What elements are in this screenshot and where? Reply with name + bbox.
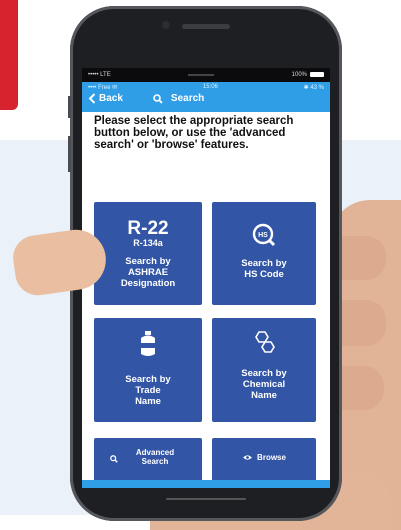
title-label: Search: [170, 93, 205, 104]
nav-bar: •••• Free ✉ 15:06 ✱ 43 % Back Search: [82, 82, 330, 112]
tile-label: Search by ASHRAE Designation: [120, 256, 176, 289]
search-ashrae-button[interactable]: R-22 R-134a Search by ASHRAE Designation: [94, 202, 202, 305]
browse-button[interactable]: Browse: [212, 438, 316, 482]
carrier-text: ••••• LTE: [88, 72, 111, 78]
tile-label: Search by HS Code: [241, 258, 287, 280]
camera: [162, 21, 170, 29]
search-trade-name-button[interactable]: Search by Trade Name: [94, 318, 202, 422]
search-hs-code-button[interactable]: HS Search by HS Code: [212, 202, 316, 305]
intro-text: Please select the appropriate search but…: [94, 115, 294, 151]
sub-carrier: •••• Free ✉: [88, 85, 118, 91]
advanced-search-button[interactable]: Advanced Search: [94, 438, 202, 482]
battery-indicator: 100%: [292, 71, 324, 78]
tile-label: Search by Trade Name: [125, 374, 171, 407]
bottom-bar: [82, 480, 330, 488]
speaker-grille: [182, 24, 230, 29]
status-bar: ••••• LTE 100%: [82, 68, 330, 82]
eye-icon: [243, 455, 252, 460]
search-chemical-name-button[interactable]: Search by Chemical Name: [212, 318, 316, 422]
volume-up-button: [68, 136, 71, 172]
gas-cylinder-icon: [137, 330, 159, 361]
back-button[interactable]: Back: [88, 93, 123, 104]
refrigerant-code: R-22: [127, 218, 169, 239]
search-icon: [153, 93, 163, 104]
home-indicator: [166, 498, 246, 500]
chevron-left-icon: [88, 93, 96, 104]
hs-magnifier-icon: HS: [251, 222, 277, 251]
nav-substatus: •••• Free ✉ 15:06 ✱ 43 %: [82, 82, 330, 91]
notch-line: [188, 74, 215, 76]
tile-label: Search by Chemical Name: [241, 368, 287, 401]
svg-text:HS: HS: [258, 232, 268, 239]
tile-label: Browse: [212, 453, 316, 462]
molecule-icon: [250, 328, 278, 359]
sub-battery: ✱ 43 %: [303, 85, 324, 91]
battery-icon: [310, 71, 324, 77]
page-title: Search: [153, 93, 204, 104]
refrigerant-subcode: R-134a: [133, 238, 163, 248]
sub-time: 15:06: [202, 84, 218, 90]
tile-label: Advanced Search: [135, 448, 175, 466]
phone-device: ••••• LTE 100% •••• Free ✉ 15:06 ✱ 43 % …: [68, 6, 342, 521]
back-label: Back: [99, 93, 123, 104]
app-screen: ••••• LTE 100% •••• Free ✉ 15:06 ✱ 43 % …: [82, 68, 330, 488]
mute-switch: [68, 96, 71, 118]
red-corner-block: [0, 0, 18, 110]
